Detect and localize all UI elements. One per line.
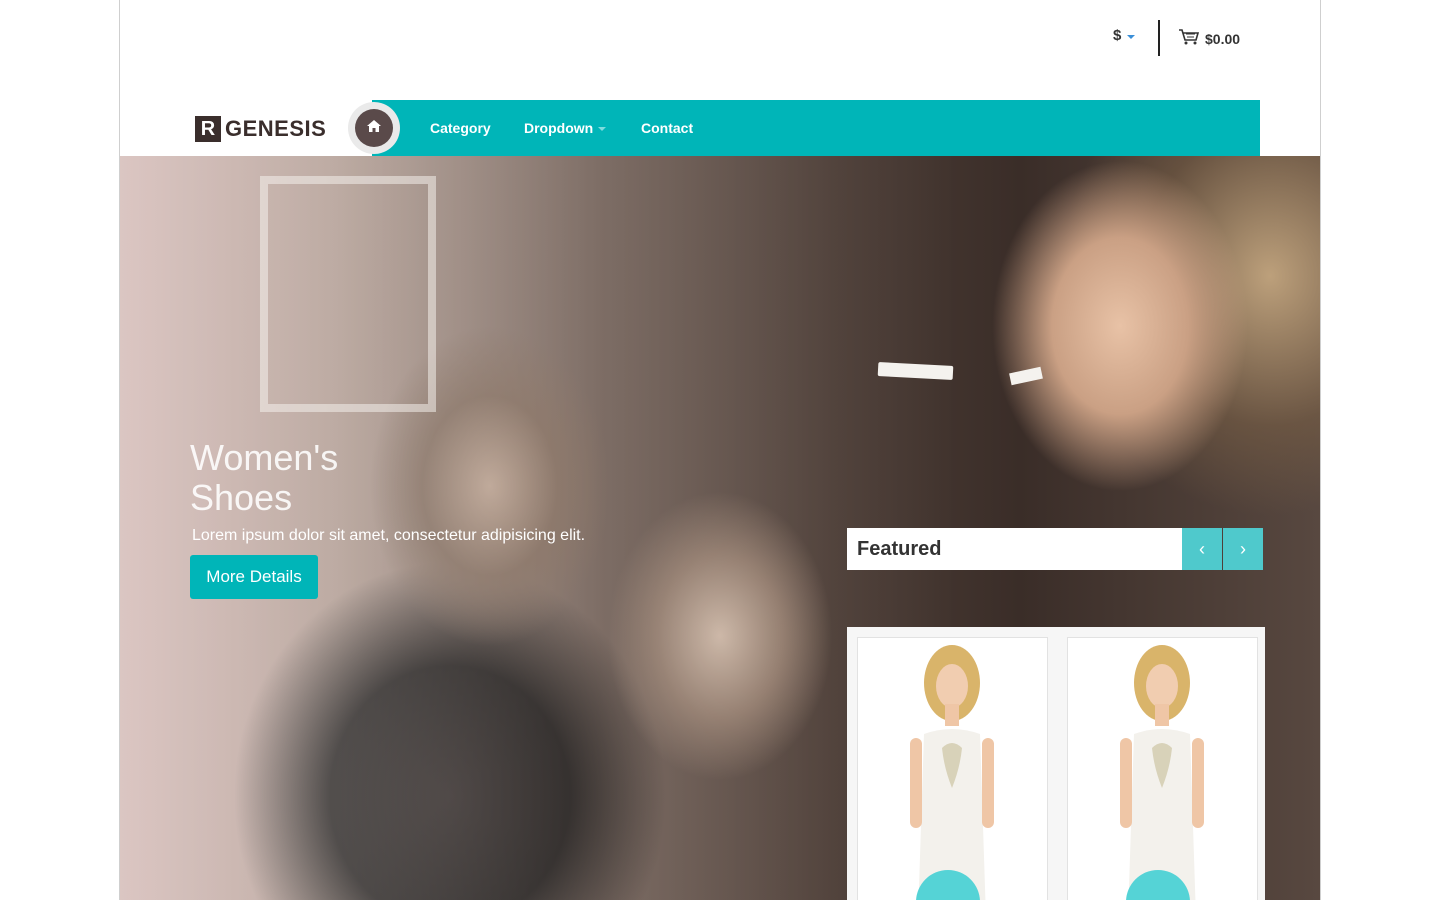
currency-symbol: $	[1113, 27, 1122, 44]
hero-subtitle: Lorem ipsum dolor sit amet, consectetur …	[192, 527, 586, 544]
nav-item-contact[interactable]: Contact	[641, 120, 693, 136]
logo-mark: R	[195, 116, 221, 142]
featured-prev-button[interactable]: ‹	[1182, 528, 1222, 570]
nav-item-label: Category	[430, 120, 491, 136]
chevron-left-icon: ‹	[1199, 538, 1205, 559]
chevron-down-icon	[598, 127, 607, 131]
hero-title: Women's Shoes	[190, 437, 339, 518]
featured-header: Featured	[847, 528, 1182, 570]
chevron-down-icon	[1127, 34, 1136, 39]
cart-total: $0.00	[1205, 30, 1241, 47]
chevron-right-icon: ›	[1240, 538, 1246, 559]
nav-item-label: Contact	[641, 120, 694, 136]
product-image	[1120, 645, 1204, 900]
featured-next-button[interactable]: ›	[1223, 528, 1263, 570]
logo-text: GENESIS	[225, 116, 327, 141]
main-nav	[372, 100, 1260, 156]
product-image	[910, 645, 994, 900]
nav-item-label: Dropdown	[524, 120, 594, 136]
logo[interactable]: R GENESIS	[195, 116, 326, 142]
hero-banner: Women's Shoes Lorem ipsum dolor sit amet…	[120, 156, 1320, 900]
featured-title: Featured	[857, 538, 942, 560]
product-card[interactable]	[1067, 637, 1258, 900]
home-button-ring	[348, 102, 400, 154]
divider	[1158, 20, 1160, 56]
page: $ $0.00 R GENESIS Category Dropdown Cont…	[120, 0, 1320, 900]
more-details-button[interactable]: More Details	[190, 555, 318, 599]
currency-dropdown[interactable]: $	[1113, 27, 1136, 44]
product-card[interactable]	[857, 637, 1048, 900]
home-icon	[367, 119, 381, 137]
nav-item-dropdown[interactable]: Dropdown	[524, 120, 607, 136]
cart-icon	[1178, 28, 1200, 49]
home-button[interactable]	[355, 109, 393, 147]
nav-item-category[interactable]: Category	[430, 120, 491, 136]
cart-button[interactable]: $0.00	[1178, 28, 1240, 49]
featured-products	[847, 627, 1265, 900]
top-bar: $ $0.00	[120, 0, 1320, 90]
